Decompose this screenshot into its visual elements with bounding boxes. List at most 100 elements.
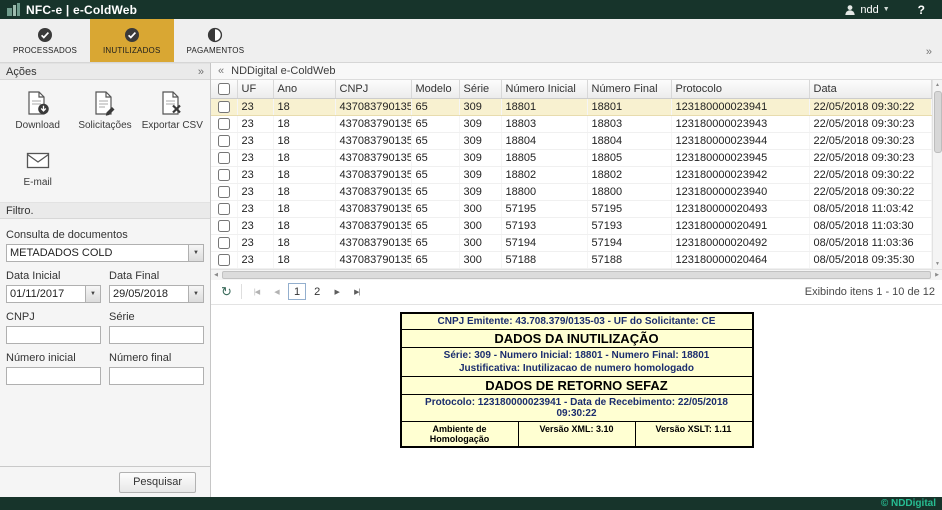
column-header-numero-inicial[interactable]: Número Inicial [501, 80, 587, 98]
data-inicial-field[interactable]: 01/11/2017 ▼ [6, 285, 101, 303]
row-checkbox[interactable] [218, 237, 230, 249]
column-header-cnpj[interactable]: CNPJ [335, 80, 411, 98]
email-button[interactable]: E-mail [4, 147, 71, 188]
page-button-2[interactable]: 2 [309, 283, 325, 300]
table-row[interactable]: 2318437083790135036530057188571881231800… [211, 251, 932, 268]
table-cell: 23 [237, 200, 273, 217]
action-label: E-mail [23, 177, 51, 188]
next-page-button[interactable]: ▶ [328, 283, 345, 300]
row-checkbox[interactable] [218, 203, 230, 215]
table-cell: 08/05/2018 11:03:30 [809, 217, 932, 234]
scroll-up-icon[interactable]: ▲ [933, 80, 942, 90]
row-checkbox[interactable] [218, 220, 230, 232]
column-header-numero-final[interactable]: Número Final [587, 80, 671, 98]
column-header-serie[interactable]: Série [459, 80, 501, 98]
table-cell: 43708379013503 [335, 115, 411, 132]
table-row[interactable]: 2318437083790135036530057195571951231800… [211, 200, 932, 217]
table-cell: 18 [273, 234, 335, 251]
app-title: NFC-e | e-ColdWeb [26, 3, 137, 17]
exportar-csv-button[interactable]: Exportar CSV [139, 90, 206, 131]
data-final-field[interactable]: 29/05/2018 ▼ [109, 285, 204, 303]
table-cell: 43708379013503 [335, 132, 411, 149]
table-cell: 18803 [501, 115, 587, 132]
table-cell: 08/05/2018 11:03:42 [809, 200, 932, 217]
table-row[interactable]: 2318437083790135036530918800188001231800… [211, 183, 932, 200]
table-cell: 23 [237, 132, 273, 149]
table-row[interactable]: 2318437083790135036530057193571931231800… [211, 217, 932, 234]
collapse-ribbon-icon[interactable]: » [926, 46, 932, 58]
copyright-link[interactable]: © NDDigital [881, 498, 936, 509]
column-header-uf[interactable]: UF [237, 80, 273, 98]
numero-inicial-label: Número inicial [6, 352, 101, 364]
pagamentos-icon [207, 27, 223, 43]
row-checkbox[interactable] [218, 135, 230, 147]
tab-processados[interactable]: PROCESSADOS [0, 19, 90, 62]
collapse-actions-icon[interactable]: » [198, 66, 204, 78]
table-cell: 65 [411, 132, 459, 149]
last-page-button[interactable]: ▶| [348, 283, 365, 300]
horizontal-scrollbar[interactable]: ◀ ▶ [211, 269, 942, 280]
download-icon [24, 90, 52, 116]
table-cell: 57195 [501, 200, 587, 217]
table-row[interactable]: 2318437083790135036530918801188011231800… [211, 98, 932, 115]
scroll-left-icon[interactable]: ◀ [211, 270, 221, 280]
select-all-checkbox[interactable] [218, 83, 230, 95]
caret-down-icon: ▼ [85, 286, 100, 302]
scroll-down-icon[interactable]: ▼ [933, 259, 942, 269]
row-checkbox[interactable] [218, 254, 230, 266]
tab-inutilizados[interactable]: INUTILIZADOS [90, 19, 174, 62]
table-cell: 65 [411, 200, 459, 217]
column-header-modelo[interactable]: Modelo [411, 80, 459, 98]
prev-page-button[interactable]: ◀ [268, 283, 285, 300]
download-button[interactable]: Download [4, 90, 71, 131]
table-cell: 123180000023944 [671, 132, 809, 149]
table-cell: 23 [237, 251, 273, 268]
user-name: ndd [860, 4, 878, 16]
consulta-select[interactable]: METADADOS COLD ▼ [6, 244, 204, 262]
actions-toolbar: Download Solicitações [0, 80, 210, 202]
table-row[interactable]: 2318437083790135036530918804188041231800… [211, 132, 932, 149]
user-menu[interactable]: ndd ▼ [844, 4, 889, 16]
collapse-sidebar-icon[interactable]: « [218, 65, 224, 77]
serie-input[interactable] [109, 326, 204, 344]
table-row[interactable]: 2318437083790135036530918805188051231800… [211, 149, 932, 166]
numero-inicial-input[interactable] [6, 367, 101, 385]
table-cell: 43708379013503 [335, 217, 411, 234]
column-header-data[interactable]: Data [809, 80, 932, 98]
row-checkbox[interactable] [218, 118, 230, 130]
first-page-button[interactable]: |◀ [248, 283, 265, 300]
table-cell: 57195 [587, 200, 671, 217]
table-cell: 123180000020492 [671, 234, 809, 251]
tab-pagamentos[interactable]: PAGAMENTOS [174, 19, 258, 62]
detail-inutilizacao-header: DADOS DA INUTILIZAÇÃO [402, 329, 752, 347]
table-cell: 43708379013503 [335, 183, 411, 200]
table-row[interactable]: 2318437083790135036530918803188031231800… [211, 115, 932, 132]
page-button-1[interactable]: 1 [288, 283, 306, 300]
detail-footer-row: Ambiente de Homologação Versão XML: 3.10… [402, 421, 752, 446]
numero-final-input[interactable] [109, 367, 204, 385]
row-checkbox[interactable] [218, 152, 230, 164]
cnpj-input[interactable] [6, 326, 101, 344]
vertical-scrollbar-thumb[interactable] [934, 91, 942, 153]
column-header-protocolo[interactable]: Protocolo [671, 80, 809, 98]
row-checkbox[interactable] [218, 169, 230, 181]
table-cell: 57194 [501, 234, 587, 251]
help-button[interactable]: ? [918, 3, 925, 17]
table-cell: 300 [459, 200, 501, 217]
actions-title: Ações [6, 66, 37, 78]
scroll-right-icon[interactable]: ▶ [932, 270, 942, 280]
horizontal-scrollbar-thumb[interactable] [222, 271, 931, 279]
vertical-scrollbar[interactable]: ▲ ▼ [932, 80, 942, 269]
table-row[interactable]: 2318437083790135036530057194571941231800… [211, 234, 932, 251]
column-header-ano[interactable]: Ano [273, 80, 335, 98]
detail-justificativa-line: Justificativa: Inutilizacao de numero ho… [402, 362, 752, 375]
table-row[interactable]: 2318437083790135036530918802188021231800… [211, 166, 932, 183]
refresh-button[interactable]: ↻ [218, 283, 235, 300]
status-bar: © NDDigital [0, 497, 942, 510]
row-checkbox[interactable] [218, 186, 230, 198]
row-checkbox-cell [211, 234, 237, 251]
solicitacoes-button[interactable]: Solicitações [71, 90, 138, 131]
search-button[interactable]: Pesquisar [119, 472, 196, 493]
row-checkbox-cell [211, 251, 237, 268]
row-checkbox[interactable] [218, 101, 230, 113]
